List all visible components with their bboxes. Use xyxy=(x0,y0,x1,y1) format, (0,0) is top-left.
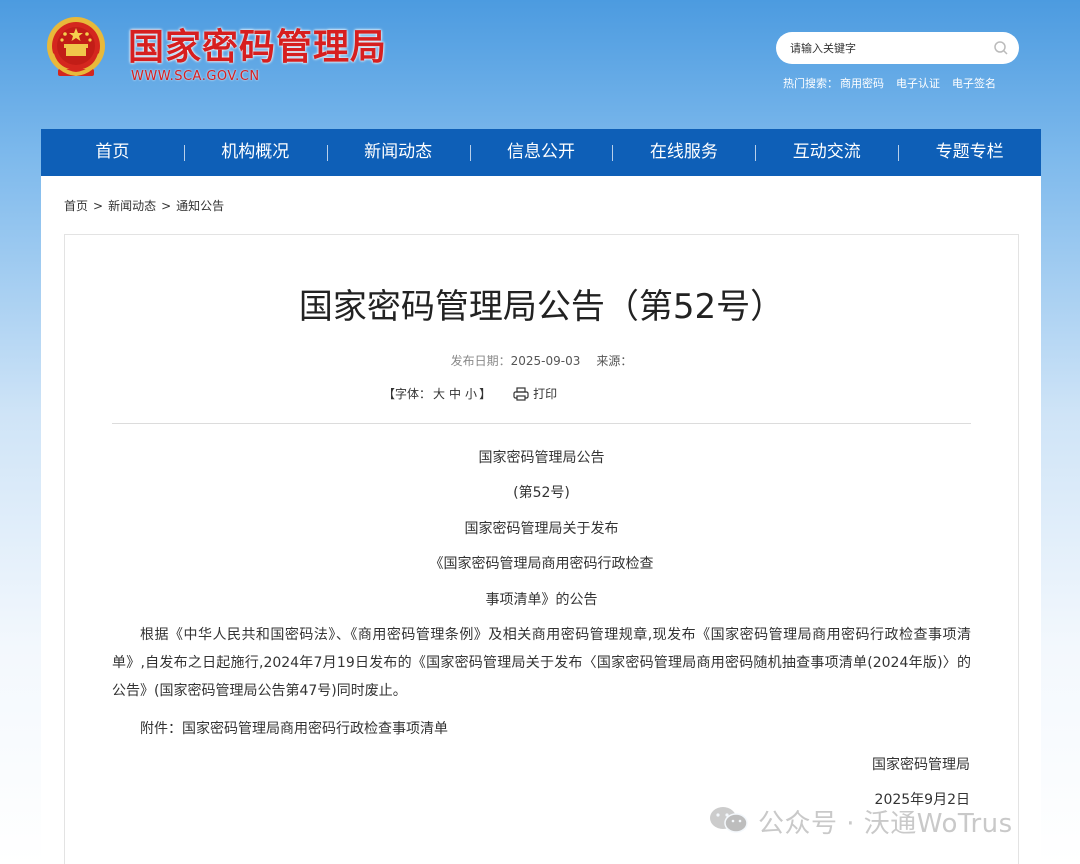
source-label: 来源： xyxy=(596,354,633,368)
nav-item-topics[interactable]: 专题专栏 xyxy=(898,129,1041,176)
site-header: 国家密码管理局 WWW.SCA.GOV.CN 热门搜索：商用密码电子认证电子签名 xyxy=(0,0,1080,128)
search-box xyxy=(776,32,1019,64)
divider xyxy=(112,423,971,424)
hot-search-link[interactable]: 电子认证 xyxy=(896,77,940,90)
heading-line: 国家密码管理局公告 xyxy=(478,450,605,466)
article-paragraph: 根据《中华人民共和国密码法》、《商用密码管理条例》及相关商用密码管理规章,现发布… xyxy=(112,627,971,699)
nav-item-disclosure[interactable]: 信息公开 xyxy=(469,129,613,176)
article-meta: 发布日期：2025-09-03 来源： xyxy=(65,352,1018,369)
hot-search: 热门搜索： 商用密码 电子认证 电子签名 xyxy=(783,75,1008,91)
attachment-line[interactable]: 附件：国家密码管理局商用密码行政检查事项清单 xyxy=(140,718,448,738)
hot-search-link[interactable]: 电子签名 xyxy=(952,77,996,90)
signature: 国家密码管理局 xyxy=(872,757,970,773)
site-domain: WWW.SCA.GOV.CN xyxy=(131,69,260,84)
breadcrumb-home[interactable]: 首页 xyxy=(64,199,88,213)
national-emblem-icon[interactable] xyxy=(44,14,108,84)
heading-line: (第52号) xyxy=(513,485,570,501)
nav-item-home[interactable]: 首页 xyxy=(41,129,184,176)
heading-line: 事项清单》的公告 xyxy=(485,592,598,608)
article: 国家密码管理局公告（第52号） 发布日期：2025-09-03 来源： 【字体： … xyxy=(64,234,1019,864)
content-panel: 首页 > 新闻动态 > 通知公告 国家密码管理局公告（第52号） 发布日期：2025-0… xyxy=(41,176,1041,864)
printer-icon xyxy=(513,386,529,401)
article-tools: 【字体： 大 中 小 】 打印 xyxy=(383,385,557,402)
font-size-label: 【字体： xyxy=(383,387,432,401)
breadcrumb-notices[interactable]: 通知公告 xyxy=(176,199,224,213)
font-size-large[interactable]: 大 xyxy=(433,385,445,402)
wechat-icon xyxy=(708,805,750,839)
font-size-close: 】 xyxy=(479,387,492,401)
date-label: 发布日期： xyxy=(450,354,511,368)
watermark-text: 公众号 · 沃通WoTrus xyxy=(758,809,1013,839)
heading-line: 《国家密码管理局商用密码行政检查 xyxy=(429,556,654,572)
nav-item-about[interactable]: 机构概况 xyxy=(183,129,327,176)
breadcrumb: 首页 > 新闻动态 > 通知公告 xyxy=(64,197,224,214)
breadcrumb-news[interactable]: 新闻动态 xyxy=(108,199,156,213)
hot-search-label: 热门搜索： xyxy=(783,77,838,90)
heading-line: 国家密码管理局关于发布 xyxy=(464,521,619,537)
nav-item-services[interactable]: 在线服务 xyxy=(612,129,755,176)
search-icon[interactable] xyxy=(993,40,1009,56)
print-button[interactable]: 打印 xyxy=(513,385,557,402)
publish-date: 2025-09-03 xyxy=(510,354,581,368)
print-label: 打印 xyxy=(533,387,558,401)
font-size-medium[interactable]: 中 xyxy=(449,385,461,402)
watermark: 公众号 · 沃通WoTrus xyxy=(708,803,1013,840)
breadcrumb-separator: > xyxy=(93,199,104,213)
nav-item-interaction[interactable]: 互动交流 xyxy=(755,129,898,176)
main-nav: 首页 机构概况 新闻动态 信息公开 在线服务 互动交流 专题专栏 xyxy=(41,129,1041,176)
font-size-small[interactable]: 小 xyxy=(465,385,477,402)
nav-item-news[interactable]: 新闻动态 xyxy=(326,129,470,176)
article-title: 国家密码管理局公告（第52号） xyxy=(298,287,785,327)
site-title[interactable]: 国家密码管理局 xyxy=(128,18,387,70)
breadcrumb-separator: > xyxy=(161,199,172,213)
hot-search-link[interactable]: 商用密码 xyxy=(840,77,884,90)
search-input[interactable] xyxy=(790,38,980,58)
